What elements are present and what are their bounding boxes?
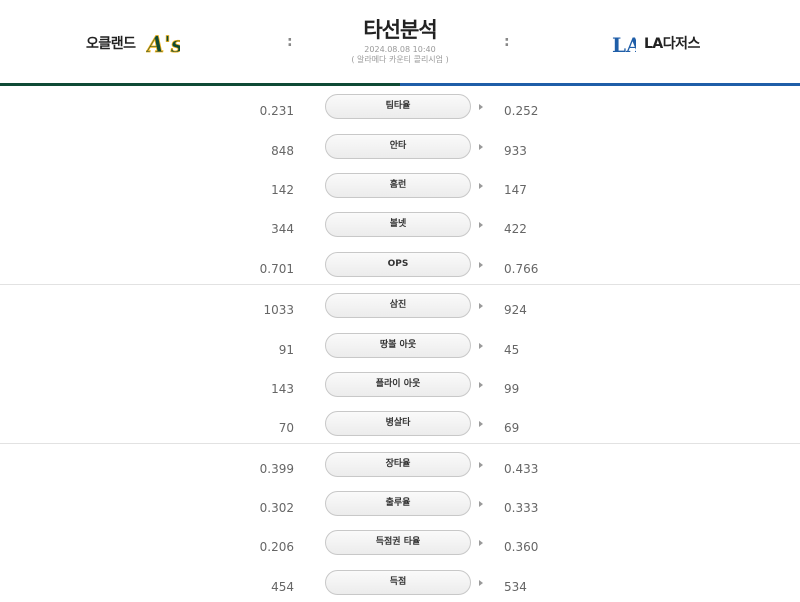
arrow-right-icon xyxy=(479,183,483,189)
stat-row: 0.231 팀타율 0.252 xyxy=(0,93,800,132)
stat-right-value: 924 xyxy=(504,303,527,317)
separator-right: : xyxy=(504,34,510,50)
stat-button[interactable]: 득점권 타율 xyxy=(325,530,471,555)
arrow-right-icon xyxy=(479,222,483,228)
stat-left-value: 344 xyxy=(271,222,294,236)
stat-right-value: 147 xyxy=(504,183,527,197)
stat-right-value: 0.766 xyxy=(504,262,539,276)
stat-left-value: 91 xyxy=(278,343,294,357)
stat-right-value: 0.333 xyxy=(504,501,539,515)
stat-row: 848 안타 933 xyxy=(0,133,800,172)
match-datetime: 2024.08.08 10:40 xyxy=(364,45,436,54)
stat-left-value: 142 xyxy=(271,183,294,197)
stat-button[interactable]: 출루율 xyxy=(325,491,471,516)
title-block: 타선분석 2024.08.08 10:40 ( 알라메다 카운티 콜리시엄 ) xyxy=(300,16,500,65)
group-divider xyxy=(0,284,800,285)
arrow-right-icon xyxy=(479,262,483,268)
stat-left-value: 1033 xyxy=(263,303,294,317)
arrow-right-icon xyxy=(479,462,483,468)
stat-row: 344 볼넷 422 xyxy=(0,211,800,250)
arrow-right-icon xyxy=(479,421,483,427)
team-left-name: 오클랜드 xyxy=(86,36,136,52)
stat-row: 454 득점 534 xyxy=(0,569,800,602)
arrow-right-icon xyxy=(479,144,483,150)
stat-button[interactable]: OPS xyxy=(325,252,471,277)
stat-right-value: 45 xyxy=(504,343,520,357)
team-right-name: LA다저스 xyxy=(644,36,700,52)
team-right[interactable]: LA LA다저스 xyxy=(612,26,700,60)
stat-left-value: 0.399 xyxy=(259,462,294,476)
arrow-right-icon xyxy=(479,104,483,110)
stat-button[interactable]: 팀타율 xyxy=(325,94,471,119)
stat-button[interactable]: 안타 xyxy=(325,134,471,159)
stat-right-value: 69 xyxy=(504,421,520,435)
team-right-color-bar xyxy=(400,83,800,86)
arrow-right-icon xyxy=(479,382,483,388)
stat-left-value: 848 xyxy=(271,144,294,158)
stat-right-value: 534 xyxy=(504,580,527,594)
stat-button[interactable]: 득점 xyxy=(325,570,471,595)
stat-button[interactable]: 볼넷 xyxy=(325,212,471,237)
stat-left-value: 0.302 xyxy=(259,501,294,515)
stat-button[interactable]: 병살타 xyxy=(325,411,471,436)
stat-row: 0.302 출루율 0.333 xyxy=(0,490,800,529)
stat-right-value: 422 xyxy=(504,222,527,236)
stat-right-value: 0.360 xyxy=(504,540,539,554)
group-divider xyxy=(0,443,800,444)
dodgers-logo-icon: LA xyxy=(612,33,636,57)
stat-left-value: 143 xyxy=(271,382,294,396)
arrow-right-icon xyxy=(479,580,483,586)
match-header: 오클랜드 A's : 타선분석 2024.08.08 10:40 ( 알라메다 … xyxy=(0,0,800,84)
page-title: 타선분석 xyxy=(363,18,437,42)
stat-left-value: 454 xyxy=(271,580,294,594)
stat-row: 91 땅볼 아웃 45 xyxy=(0,332,800,371)
stat-left-value: 0.206 xyxy=(259,540,294,554)
stat-button[interactable]: 장타율 xyxy=(325,452,471,477)
stat-button[interactable]: 플라이 아웃 xyxy=(325,372,471,397)
dodgers-logo-text: LA xyxy=(612,33,636,57)
stat-row: 143 플라이 아웃 99 xyxy=(0,371,800,410)
arrow-right-icon xyxy=(479,501,483,507)
stat-right-value: 0.433 xyxy=(504,462,539,476)
stat-button[interactable]: 땅볼 아웃 xyxy=(325,333,471,358)
stat-right-value: 99 xyxy=(504,382,520,396)
stat-left-value: 0.231 xyxy=(259,104,294,118)
stat-row: 0.399 장타율 0.433 xyxy=(0,451,800,490)
stat-right-value: 0.252 xyxy=(504,104,539,118)
athletics-logo-icon: A's xyxy=(146,32,180,58)
team-left[interactable]: 오클랜드 A's xyxy=(86,26,180,60)
stat-button[interactable]: 홈런 xyxy=(325,173,471,198)
stadium-note: ( 알라메다 카운티 콜리시엄 ) xyxy=(351,55,449,64)
arrow-right-icon xyxy=(479,303,483,309)
stat-button[interactable]: 삼진 xyxy=(325,293,471,318)
stat-left-value: 0.701 xyxy=(259,262,294,276)
stat-row: 1033 삼진 924 xyxy=(0,292,800,331)
stat-left-value: 70 xyxy=(278,421,294,435)
stat-right-value: 933 xyxy=(504,144,527,158)
stat-row: 142 홈런 147 xyxy=(0,172,800,211)
team-left-color-bar xyxy=(0,83,400,86)
arrow-right-icon xyxy=(479,343,483,349)
arrow-right-icon xyxy=(479,540,483,546)
athletics-logo-text: A's xyxy=(146,32,180,58)
stat-row: 0.206 득점권 타율 0.360 xyxy=(0,529,800,568)
separator-left: : xyxy=(287,34,293,50)
